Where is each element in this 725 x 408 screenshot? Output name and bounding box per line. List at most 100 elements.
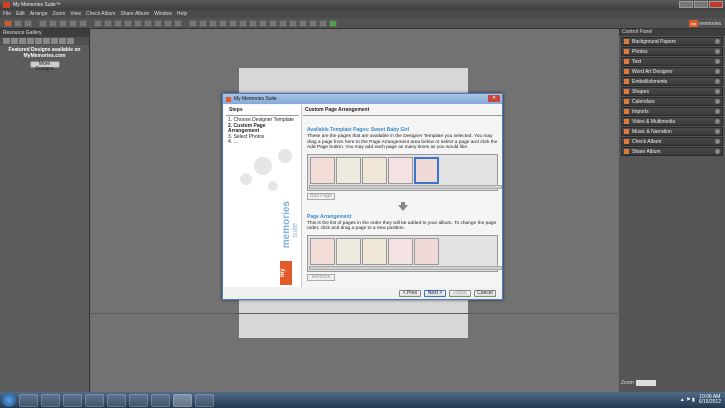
next-button[interactable]: Next > (424, 289, 446, 297)
open-icon[interactable] (14, 19, 22, 27)
layer-up-icon[interactable] (144, 19, 152, 27)
dialog-close-button[interactable]: ✕ (488, 95, 500, 102)
print-icon[interactable] (299, 19, 307, 27)
shape-icon[interactable] (199, 19, 207, 27)
cancel-button[interactable]: Cancel (474, 289, 496, 297)
grid-icon[interactable] (269, 19, 277, 27)
effects-icon[interactable] (239, 19, 247, 27)
rotate-icon[interactable] (124, 19, 132, 27)
menu-file[interactable]: File (3, 11, 11, 17)
chrome-icon[interactable] (85, 393, 104, 407)
media-player-icon[interactable] (63, 393, 82, 407)
horizontal-scrollbar[interactable] (309, 265, 502, 270)
firefox-icon[interactable] (129, 393, 148, 407)
my-memories-taskbar-icon[interactable] (173, 393, 192, 407)
control-embellishments[interactable]: Embellishments (621, 77, 723, 86)
control-video-multimedia[interactable]: Video & Multimedia (621, 117, 723, 126)
explorer-icon[interactable] (41, 393, 60, 407)
control-imports[interactable]: Imports (621, 107, 723, 116)
cut-icon[interactable] (59, 19, 67, 27)
tray-icons[interactable]: ▲ ⚑ ▮ (680, 397, 695, 403)
control-background-papers[interactable]: Background Papers (621, 37, 723, 46)
template-page-thumbnail[interactable] (388, 156, 413, 184)
share-icon[interactable] (309, 19, 317, 27)
text-icon[interactable] (189, 19, 197, 27)
preview-icon[interactable] (289, 19, 297, 27)
undo-icon[interactable] (39, 19, 47, 27)
gallery-add-icon[interactable] (11, 38, 18, 44)
border-icon[interactable] (219, 19, 227, 27)
control-photos[interactable]: Photos (621, 47, 723, 56)
close-button[interactable] (709, 1, 723, 8)
layer-down-icon[interactable] (154, 19, 162, 27)
control-shapes[interactable]: Shapes (621, 87, 723, 96)
arranged-page-thumbnail[interactable] (336, 237, 361, 265)
align-icon[interactable] (164, 19, 172, 27)
app-icon[interactable] (151, 393, 170, 407)
menu-share-album[interactable]: Share Album (120, 11, 149, 17)
page-arrangement-list[interactable] (307, 234, 502, 272)
gallery-refresh-icon[interactable] (51, 38, 58, 44)
mask-icon[interactable] (259, 19, 267, 27)
gallery-delete-icon[interactable] (59, 38, 66, 44)
gallery-grid-icon[interactable] (27, 38, 34, 44)
control-share-album[interactable]: Share Album (621, 147, 723, 156)
template-page-thumbnail[interactable] (362, 156, 387, 184)
prev-button[interactable]: < Prev (399, 289, 421, 297)
template-page-thumbnail[interactable] (336, 156, 361, 184)
redo-icon[interactable] (49, 19, 57, 27)
ie-icon[interactable] (19, 393, 38, 407)
zoom-icon[interactable] (104, 19, 112, 27)
guides-icon[interactable] (279, 19, 287, 27)
menu-view[interactable]: View (70, 11, 81, 17)
menu-arrange[interactable]: Arrange (30, 11, 48, 17)
gallery-search-icon[interactable] (43, 38, 50, 44)
crop-icon[interactable] (114, 19, 122, 27)
arranged-page-thumbnail[interactable] (388, 237, 413, 265)
save-icon[interactable] (24, 19, 32, 27)
menu-zoom[interactable]: Zoom (52, 11, 65, 17)
control-music-narration[interactable]: Music & Narration (621, 127, 723, 136)
maximize-button[interactable] (694, 1, 708, 8)
finish-button[interactable]: Finish (449, 289, 471, 297)
paste-icon[interactable] (79, 19, 87, 27)
help-icon[interactable] (319, 19, 327, 27)
more-designs-button[interactable]: More Designs (29, 61, 60, 72)
menu-window[interactable]: Window (154, 11, 172, 17)
flip-icon[interactable] (134, 19, 142, 27)
shadow-icon[interactable] (209, 19, 217, 27)
zoom-select[interactable] (635, 380, 656, 386)
group-icon[interactable] (174, 19, 182, 27)
template-page-thumbnail[interactable] (310, 156, 335, 184)
pointer-icon[interactable] (94, 19, 102, 27)
start-button[interactable] (2, 393, 16, 407)
arranged-page-thumbnail[interactable] (414, 237, 439, 265)
opacity-icon[interactable] (249, 19, 257, 27)
template-page-thumbnail-selected[interactable] (414, 156, 439, 184)
new-icon[interactable] (4, 19, 12, 27)
arranged-page-thumbnail[interactable] (362, 237, 387, 265)
copy-icon[interactable] (69, 19, 77, 27)
menu-check-album[interactable]: Check Album (86, 11, 115, 17)
control-check-album[interactable]: Check Album (621, 137, 723, 146)
album-icon[interactable] (329, 19, 337, 27)
clock[interactable]: 10:06 AM 6/15/2012 (699, 395, 721, 405)
horizontal-scrollbar[interactable] (309, 184, 502, 189)
menu-help[interactable]: Help (177, 11, 187, 17)
minimize-button[interactable] (679, 1, 693, 8)
fill-icon[interactable] (229, 19, 237, 27)
control-text[interactable]: Text (621, 57, 723, 66)
gallery-settings-icon[interactable] (67, 38, 74, 44)
arranged-page-thumbnail[interactable] (310, 237, 335, 265)
app-icon[interactable] (107, 393, 126, 407)
gallery-photo-icon[interactable] (19, 38, 26, 44)
control-word-art-designer[interactable]: Word Art Designer (621, 67, 723, 76)
available-pages-list[interactable] (307, 153, 502, 191)
menu-edit[interactable]: Edit (16, 11, 25, 17)
remove-button[interactable]: Remove (307, 273, 335, 281)
gallery-folder-icon[interactable] (3, 38, 10, 44)
control-calendars[interactable]: Calendars (621, 97, 723, 106)
gallery-list-icon[interactable] (35, 38, 42, 44)
paint-icon[interactable] (195, 393, 214, 407)
add-page-button[interactable]: Add Page (307, 192, 335, 200)
